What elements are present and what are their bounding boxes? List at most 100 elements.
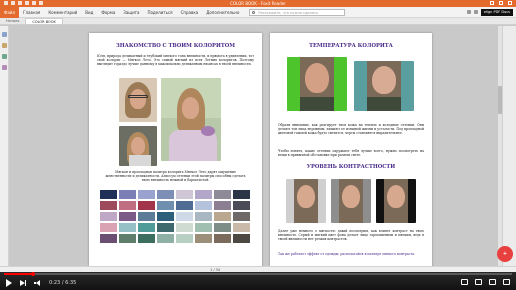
bookmark-icon[interactable] [1,32,7,37]
play-icon[interactable] [6,279,12,287]
palette-swatch [176,190,193,199]
layers-icon[interactable] [1,54,7,59]
palette-swatch [233,234,250,243]
palette-swatch [214,201,231,210]
video-progress-bar[interactable] [4,272,512,276]
menu-form[interactable]: Форма [97,7,119,18]
contrast-photo-medium [331,179,371,223]
palette-swatch [176,234,193,243]
palette-swatch [214,223,231,232]
search-placeholder: Расскажите, что нужно сделать [258,10,319,15]
page1-caption: Мягкая и прохладная палитра колорита Мяг… [105,170,246,183]
contrast-title: УРОВЕНЬ КОНТРАСТНОСТИ [306,164,396,170]
theater-mode-icon[interactable] [489,279,496,285]
right-panel [502,26,516,266]
palette-swatch [195,212,212,221]
tab-color-book[interactable]: COLOR BOOK [25,18,63,24]
search-icon [252,10,256,14]
fullscreen-icon[interactable] [503,279,510,285]
contrast-text-2: Так же работает эффект от одежды: распол… [278,252,416,256]
subtitles-icon[interactable] [461,279,468,285]
menu-help[interactable]: Справка [177,7,203,18]
palette-swatch [233,212,250,221]
window-controls [490,1,512,5]
contrast-photo-dark [376,179,416,223]
palette-swatch [233,201,250,210]
palette-swatch [100,223,117,232]
video-left-controls: 0:23 / 6:35 [6,279,76,287]
maximize-icon[interactable] [499,1,503,5]
user-icon[interactable] [473,10,478,14]
palette-swatch [138,201,155,210]
palette-swatch [176,223,193,232]
temperature-text-2: Чтобы понять, какие оттенки окружают теб… [278,149,424,158]
palette-swatch [138,234,155,243]
palette-swatch [176,201,193,210]
video-time: 0:23 / 6:35 [49,280,77,286]
temperature-title: ТЕМПЕРАТУРА КОЛОРИТА [309,43,393,49]
palette-swatch [176,212,193,221]
page1-title: ЗНАКОМСТВО С ТВОИМ КОЛОРИТОМ [116,43,235,49]
palette-swatch [233,223,250,232]
video-progress-fill [4,273,34,275]
settings-icon[interactable] [466,10,471,14]
tab-start[interactable]: Начало [0,18,25,24]
palette-swatch [138,223,155,232]
menu-share[interactable]: Поделиться [143,7,176,18]
palette-swatch [157,212,174,221]
document-tabs: Начало COLOR BOOK [0,18,516,25]
palette-swatch [138,190,155,199]
palette-swatch [195,190,212,199]
next-icon[interactable] [20,280,26,286]
palette-swatch [157,190,174,199]
palette-swatch [100,234,117,243]
volume-icon[interactable] [34,280,41,286]
palette-swatch [100,212,117,221]
pdf-page-2: ТЕМПЕРАТУРА КОЛОРИТА Обрати внимание, ка… [270,33,432,271]
menu-view[interactable]: Вид [81,7,97,18]
palette-swatch [214,190,231,199]
palette-swatch [119,201,136,210]
pages-icon[interactable] [1,43,7,48]
portrait-photo-1 [119,78,157,122]
video-right-controls [461,279,510,285]
ribbon-menu: Файл Главная Комментарий Вид Форма Защит… [0,6,516,18]
temperature-photo-warm [287,57,347,111]
palette-swatch [100,190,117,199]
video-progress-knob[interactable] [31,272,36,276]
palette-swatch [138,212,155,221]
temperature-text-1: Обрати внимание, как реагирует твоя кожа… [278,123,424,136]
palette-swatch [195,223,212,232]
edge-badge[interactable]: elign PDF Docs [480,8,513,16]
palette-swatch [119,190,136,199]
palette-swatch [119,212,136,221]
attachment-icon[interactable] [1,65,7,70]
app-window: COLOR BOOK - Foxit Reader Файл Главная К… [0,0,516,290]
tell-me-search[interactable]: Расскажите, что нужно сделать [249,8,346,16]
contrast-photo-light [286,179,326,223]
menu-right: elign PDF Docs [466,8,516,16]
palette-swatch [214,234,231,243]
portrait-photo-2 [161,78,221,161]
menu-file[interactable]: Файл [0,6,20,18]
menu-extra[interactable]: Дополнительно [202,7,243,18]
minimize-icon[interactable] [490,1,494,5]
zoom-in-button[interactable]: + [497,246,513,262]
close-icon[interactable] [508,1,512,5]
palette-swatch [119,223,136,232]
palette-swatch [119,234,136,243]
portrait-photo-3 [119,126,157,166]
palette-swatch [157,201,174,210]
palette-swatch [157,223,174,232]
menu-protect[interactable]: Защита [119,7,143,18]
palette-swatch [157,234,174,243]
palette-swatch [195,234,212,243]
palette-swatch [100,201,117,210]
video-player-controls: 0:23 / 6:35 [0,272,516,290]
menu-comment[interactable]: Комментарий [44,7,81,18]
menu-home[interactable]: Главная [19,7,44,18]
temperature-photo-cool [354,61,414,111]
settings-gear-icon[interactable] [475,279,482,285]
palette-swatch [214,212,231,221]
palette-swatch [233,190,250,199]
